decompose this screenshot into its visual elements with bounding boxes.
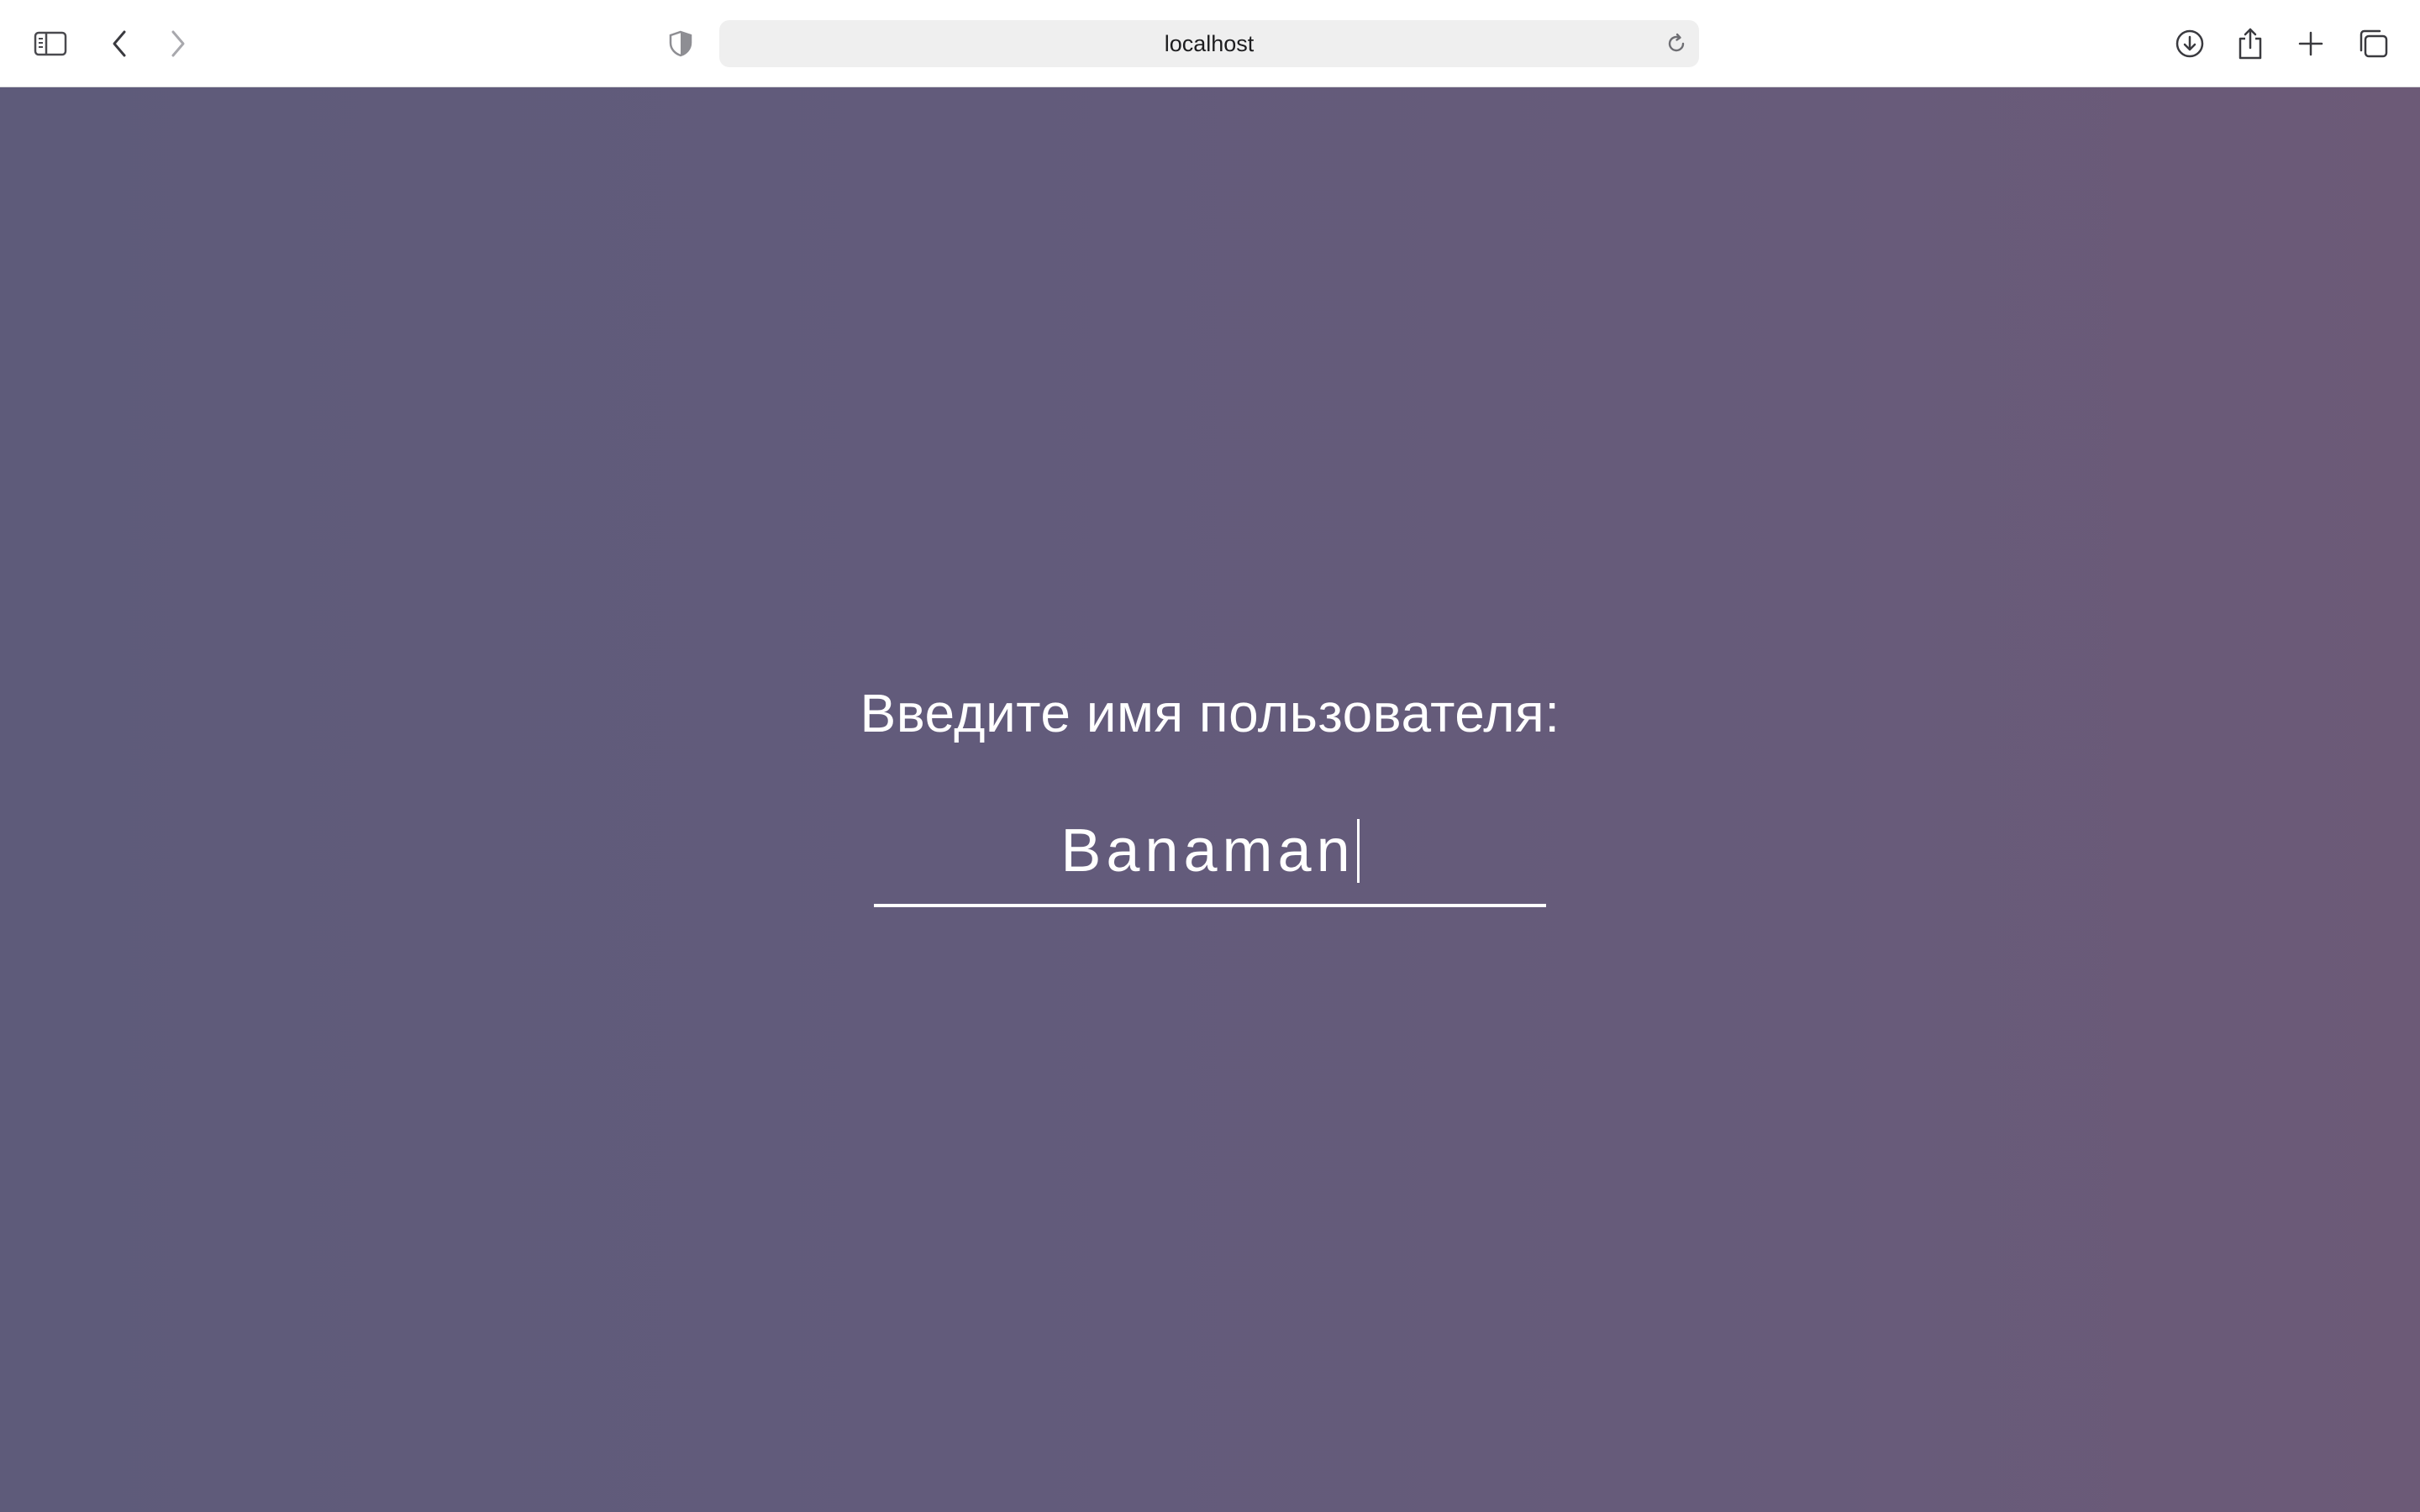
text-caret [1356,819,1360,883]
sidebar-toggle-button[interactable] [25,18,76,69]
privacy-report-button[interactable] [655,18,706,69]
plus-icon [2298,31,2323,56]
login-page: Введите имя пользователя: Banaman [0,87,2420,1512]
username-input-value: Banaman [874,798,1546,904]
forward-button[interactable] [153,18,203,69]
back-button[interactable] [94,18,145,69]
tab-overview-button[interactable] [2348,18,2398,69]
username-prompt-label: Введите имя пользователя: [860,683,1560,743]
download-icon [2175,29,2204,58]
shield-icon [669,30,692,57]
chevron-left-icon [113,30,126,57]
downloads-button[interactable] [2165,18,2215,69]
browser-toolbar: localhost [0,0,2420,87]
reload-icon[interactable] [1664,31,1689,56]
share-icon [2238,28,2262,60]
chevron-right-icon [171,30,185,57]
tab-overview-icon [2360,29,2388,58]
address-bar[interactable]: localhost [719,20,1699,67]
username-text: Banaman [1060,817,1355,885]
address-text: localhost [1164,30,1255,56]
sidebar-icon [34,31,67,56]
new-tab-button[interactable] [2286,18,2336,69]
share-button[interactable] [2225,18,2275,69]
username-input[interactable]: Banaman [874,798,1546,907]
